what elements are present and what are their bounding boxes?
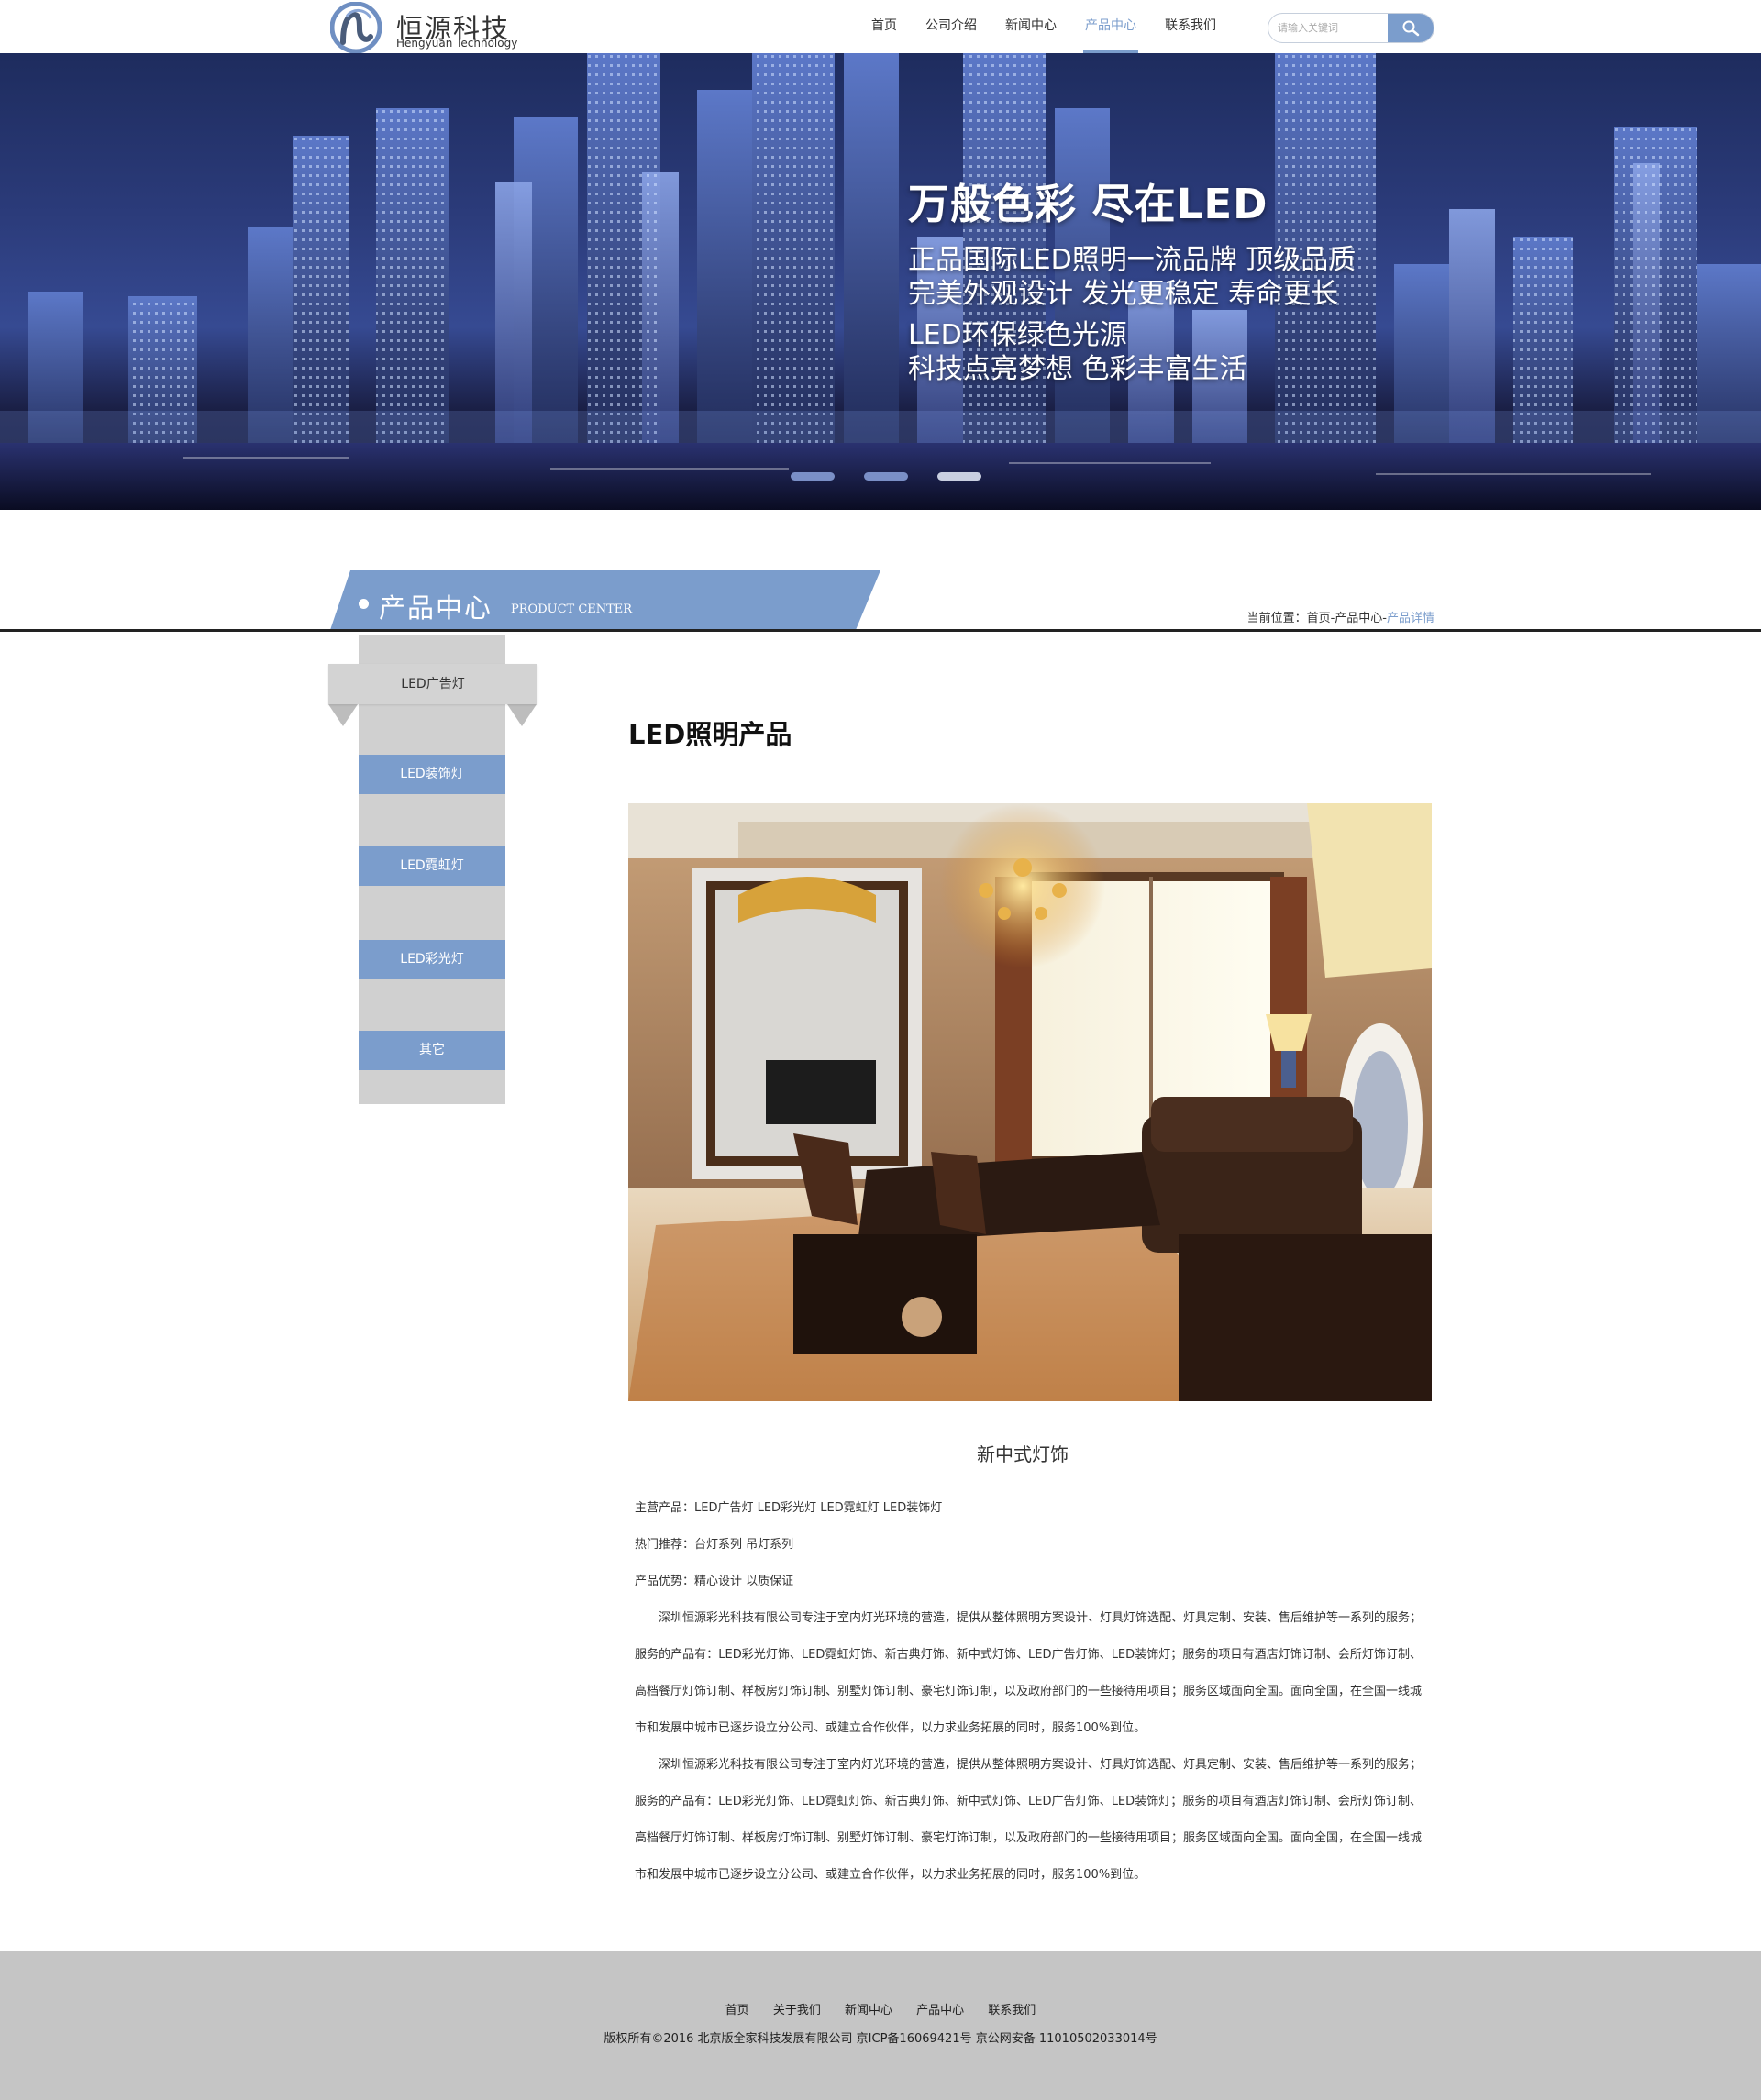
slide-dot-active[interactable] xyxy=(937,472,981,481)
breadcrumb-prefix[interactable]: 当前位置：首页-产品中心- xyxy=(1247,612,1387,625)
section-title: 产品中心 xyxy=(379,592,493,624)
info-line: 热门推荐：台灯系列 吊灯系列 xyxy=(635,1538,794,1552)
breadcrumb: 当前位置：首页-产品中心-产品详情 xyxy=(1247,608,1434,625)
info-line: 产品优势：精心设计 以质保证 xyxy=(635,1575,794,1588)
ribbon-fold-left xyxy=(328,704,358,726)
copyright: 版权所有©2016 北京版全家科技发展有限公司 京ICP备16069421号 京… xyxy=(604,2032,1157,2046)
banner-line: 完美外观设计 发光更稳定 寿命更长 xyxy=(908,278,1339,310)
brand-name-en: Hengyuan Technology xyxy=(396,37,518,50)
slide-indicators xyxy=(791,472,1011,481)
footer-link-products[interactable]: 产品中心 xyxy=(916,2004,964,2017)
slide-dot[interactable] xyxy=(791,472,835,481)
banner-title: 万般色彩 尽在LED xyxy=(908,180,1268,228)
description-paragraph: 深圳恒源彩光科技有限公司专注于室内灯光环境的营造，提供从整体照明方案设计、灯具灯… xyxy=(635,1758,1423,1882)
logo-mark-icon xyxy=(330,2,382,53)
bullet-icon xyxy=(359,599,369,609)
footer-link-contact[interactable]: 联系我们 xyxy=(988,2004,1036,2017)
site-footer: 首页 关于我们 新闻中心 产品中心 联系我们 版权所有©2016 北京版全家科技… xyxy=(0,1951,1761,2100)
ribbon-fold-right xyxy=(507,704,537,726)
search-box xyxy=(1268,13,1434,43)
sidebar-item-decoration[interactable]: LED装饰灯 xyxy=(359,755,505,794)
section-subtitle: PRODUCT CENTER xyxy=(511,602,633,616)
description-paragraph: 深圳恒源彩光科技有限公司专注于室内灯光环境的营造，提供从整体照明方案设计、灯具灯… xyxy=(635,1611,1423,1735)
banner-text: 万般色彩 尽在LED 正品国际LED照明一流品牌 顶级品质 完美外观设计 发光更… xyxy=(908,171,1356,386)
sidebar-item-neon[interactable]: LED霓虹灯 xyxy=(359,846,505,886)
sidebar-header[interactable]: LED广告灯 xyxy=(328,664,537,704)
site-logo[interactable]: 恒源科技 Hengyuan Technology xyxy=(330,2,523,53)
slide-dot[interactable] xyxy=(864,472,908,481)
product-photo xyxy=(628,803,1432,1401)
banner-line: LED环保绿色光源 xyxy=(908,319,1127,351)
footer-link-news[interactable]: 新闻中心 xyxy=(845,2004,892,2017)
product-heading: LED照明产品 xyxy=(628,719,792,750)
product-info: 主营产品：LED广告灯 LED彩光灯 LED霓虹灯 LED装饰灯 热门推荐：台灯… xyxy=(635,1490,1422,1894)
breadcrumb-current: 产品详情 xyxy=(1386,612,1434,625)
footer-link-home[interactable]: 首页 xyxy=(725,2004,749,2017)
nav-products[interactable]: 产品中心 xyxy=(1083,0,1138,53)
search-button[interactable] xyxy=(1388,14,1434,42)
sidebar-item-color-light[interactable]: LED彩光灯 xyxy=(359,940,505,979)
info-line: 主营产品：LED广告灯 LED彩光灯 LED霓虹灯 LED装饰灯 xyxy=(635,1501,943,1515)
living-room-image xyxy=(628,803,1432,1401)
nav-news[interactable]: 新闻中心 xyxy=(1005,0,1057,53)
site-header: 恒源科技 Hengyuan Technology 首页 公司介绍 新闻中心 产品… xyxy=(0,0,1761,53)
search-icon xyxy=(1402,20,1420,36)
nav-about[interactable]: 公司介绍 xyxy=(925,0,977,53)
city-skyline-image xyxy=(0,53,1761,510)
hero-banner: 万般色彩 尽在LED 正品国际LED照明一流品牌 顶级品质 完美外观设计 发光更… xyxy=(0,53,1761,510)
search-input[interactable] xyxy=(1268,14,1388,42)
product-caption: 新中式灯饰 xyxy=(977,1443,1069,1465)
banner-line: 正品国际LED照明一流品牌 顶级品质 xyxy=(908,244,1357,276)
divider xyxy=(0,629,1761,632)
nav-contact[interactable]: 联系我们 xyxy=(1165,0,1216,53)
banner-line: 科技点亮梦想 色彩丰富生活 xyxy=(908,353,1247,385)
main-nav: 首页 公司介绍 新闻中心 产品中心 联系我们 xyxy=(871,0,1245,53)
footer-link-about[interactable]: 关于我们 xyxy=(773,2004,821,2017)
sidebar-item-other[interactable]: 其它 xyxy=(359,1031,505,1070)
nav-home[interactable]: 首页 xyxy=(871,0,897,53)
footer-nav: 首页 关于我们 新闻中心 产品中心 联系我们 xyxy=(0,2000,1761,2017)
